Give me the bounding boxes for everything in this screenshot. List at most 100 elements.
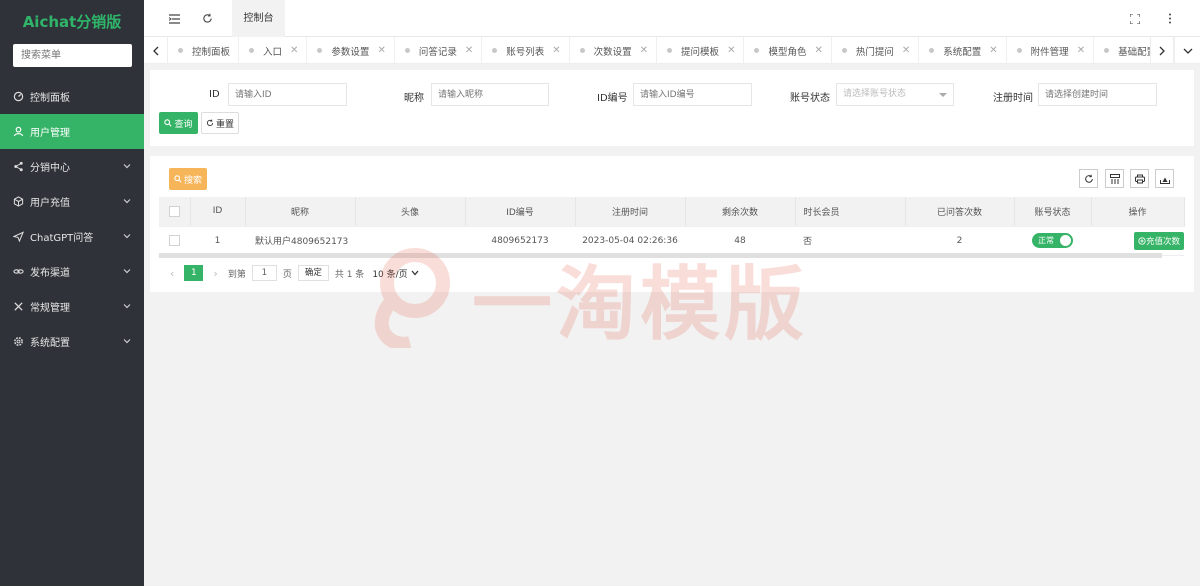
menu-toggle-icon[interactable] (159, 0, 189, 37)
export-icon (1159, 177, 1170, 184)
page-tab[interactable]: 参数设置 ✕ (307, 37, 395, 63)
sidebar-item-general[interactable]: 常规管理 (0, 289, 144, 324)
tabs-scroll-right-icon[interactable] (1150, 37, 1174, 63)
chevron-down-icon (123, 234, 131, 239)
id-input[interactable] (228, 83, 347, 106)
page-tab[interactable]: 账号列表 ✕ (482, 37, 570, 63)
close-icon[interactable]: ✕ (902, 45, 910, 56)
column-header[interactable]: ID (190, 197, 246, 227)
dashboard-icon (13, 91, 24, 102)
side-menu: 控制面板 用户管理 分销中心 用户充值 ChatGPT问答 发布渠道 常规管理 … (0, 79, 144, 359)
query-button-label: 查询 (174, 119, 193, 130)
tab-dot-icon (492, 48, 498, 53)
tabs-dropdown-icon[interactable] (1174, 37, 1200, 63)
tab-dot-icon (1016, 48, 1022, 53)
page-current[interactable]: 1 (184, 265, 204, 281)
tab-dot-icon (317, 48, 323, 53)
idno-input[interactable] (633, 83, 752, 106)
tab-dot-icon (841, 48, 847, 53)
column-header[interactable]: 注册时间 (575, 197, 686, 227)
page-tab[interactable]: 附件管理 ✕ (1007, 37, 1095, 63)
close-icon[interactable]: ✕ (290, 45, 298, 56)
page-tab[interactable]: 控制面板 (168, 37, 240, 63)
column-header[interactable]: 昵称 (245, 197, 356, 227)
close-icon[interactable]: ✕ (1077, 45, 1085, 56)
close-icon[interactable]: ✕ (552, 45, 560, 56)
toggle-knob (1060, 235, 1071, 246)
chevron-down-icon (123, 199, 131, 204)
row-checkbox[interactable] (169, 235, 180, 246)
sidebar-item-users[interactable]: 用户管理 (0, 114, 144, 149)
refresh-icon (1084, 174, 1093, 183)
page-tab-label: 提问模板 (681, 46, 720, 58)
chevron-down-icon (411, 270, 419, 276)
sidebar-item-distribution[interactable]: 分销中心 (0, 149, 144, 184)
nickname-input[interactable] (431, 83, 549, 106)
sidebar-item-system[interactable]: 系统配置 (0, 324, 144, 359)
tools-icon (13, 301, 24, 312)
goto-page-input[interactable]: 1 (251, 265, 277, 281)
page-tab[interactable]: 提问模板 ✕ (657, 37, 745, 63)
goto-confirm-button[interactable]: 确定 (297, 265, 329, 281)
refresh-icon[interactable] (192, 0, 222, 37)
tabs-scroll-left-icon[interactable] (144, 37, 168, 63)
regtime-label: 注册时间 (993, 93, 1033, 104)
page-tabs-bar: 控制面板 入口 ✕ 参数设置 ✕ 问答记录 ✕ 账号列表 ✕ 次数设置 ✕ 提问模板 ✕ 模型角色 ✕ 热门提… (144, 37, 1200, 64)
prev-page-icon[interactable]: ‹ (170, 267, 174, 280)
select-all-cell[interactable] (159, 197, 191, 227)
column-header[interactable]: 头像 (355, 197, 466, 227)
regtime-input[interactable] (1038, 83, 1157, 106)
table-refresh-button[interactable] (1079, 169, 1098, 188)
sidebar-item-recharge[interactable]: 用户充值 (0, 184, 144, 219)
column-header[interactable]: 时长会员 (795, 197, 906, 227)
column-header[interactable]: 已问答次数 (905, 197, 1015, 227)
select-all-checkbox[interactable] (168, 205, 180, 217)
column-header[interactable]: 操作 (1091, 197, 1185, 227)
column-header[interactable]: 账号状态 (1014, 197, 1092, 227)
row-select-cell[interactable] (159, 226, 190, 256)
search-button[interactable]: 搜索 (169, 168, 207, 190)
page-tab[interactable]: 系统配置 ✕ (919, 37, 1007, 63)
sidebar-item-chatgpt[interactable]: ChatGPT问答 (0, 219, 144, 254)
next-page-icon[interactable]: › (213, 267, 217, 280)
close-icon[interactable]: ✕ (814, 45, 822, 56)
status-select-placeholder: 请选择账号状态 (843, 89, 907, 99)
close-icon[interactable]: ✕ (989, 45, 997, 56)
horizontal-scrollbar[interactable] (159, 253, 1162, 258)
tab-console[interactable]: 控制台 (232, 0, 285, 37)
page-tab[interactable]: 次数设置 ✕ (570, 37, 658, 63)
pagination: ‹ 1 › 到第 1 页 确定 共 1 条 10 条/页 (170, 265, 419, 281)
menu-search-input[interactable] (13, 44, 132, 67)
query-button[interactable]: 查询 (159, 112, 198, 134)
user-icon (13, 126, 24, 137)
column-header[interactable]: ID编号 (465, 197, 576, 227)
search-button-label: 搜索 (183, 175, 202, 186)
print-button[interactable] (1130, 169, 1149, 188)
columns-button[interactable] (1105, 169, 1124, 188)
close-icon[interactable]: ✕ (640, 45, 648, 56)
status-toggle[interactable]: 正常 (1032, 233, 1073, 248)
page-tab-label: 入口 (263, 46, 283, 58)
page-tab[interactable]: 问答记录 ✕ (395, 37, 483, 63)
page-size-select[interactable]: 10 条/页 (372, 267, 419, 280)
table-row: 1 默认用户4809652173 4809652173 2023-05-04 0… (159, 226, 1184, 256)
fullscreen-icon[interactable] (1120, 0, 1150, 37)
column-header[interactable]: 剩余次数 (685, 197, 796, 227)
recharge-button[interactable]: 充值次数 (1133, 231, 1184, 250)
more-icon[interactable] (1155, 0, 1185, 37)
close-icon[interactable]: ✕ (465, 45, 473, 56)
sidebar-item-label: 控制面板 (30, 93, 70, 104)
page-tab[interactable]: 模型角色 ✕ (744, 37, 832, 63)
close-icon[interactable]: ✕ (727, 45, 735, 56)
reset-button[interactable]: 重置 (201, 112, 239, 134)
export-button[interactable] (1155, 169, 1174, 188)
sidebar-item-label: 分销中心 (30, 163, 70, 174)
sidebar-item-channels[interactable]: 发布渠道 (0, 254, 144, 289)
close-icon[interactable]: ✕ (377, 45, 385, 56)
nickname-label: 昵称 (404, 93, 424, 104)
page-tab[interactable]: 热门提问 ✕ (832, 37, 920, 63)
tab-dot-icon (404, 48, 410, 53)
sidebar-item-dashboard[interactable]: 控制面板 (0, 79, 144, 114)
page-tab[interactable]: 入口 ✕ (239, 37, 308, 63)
status-select[interactable]: 请选择账号状态 (836, 83, 954, 106)
